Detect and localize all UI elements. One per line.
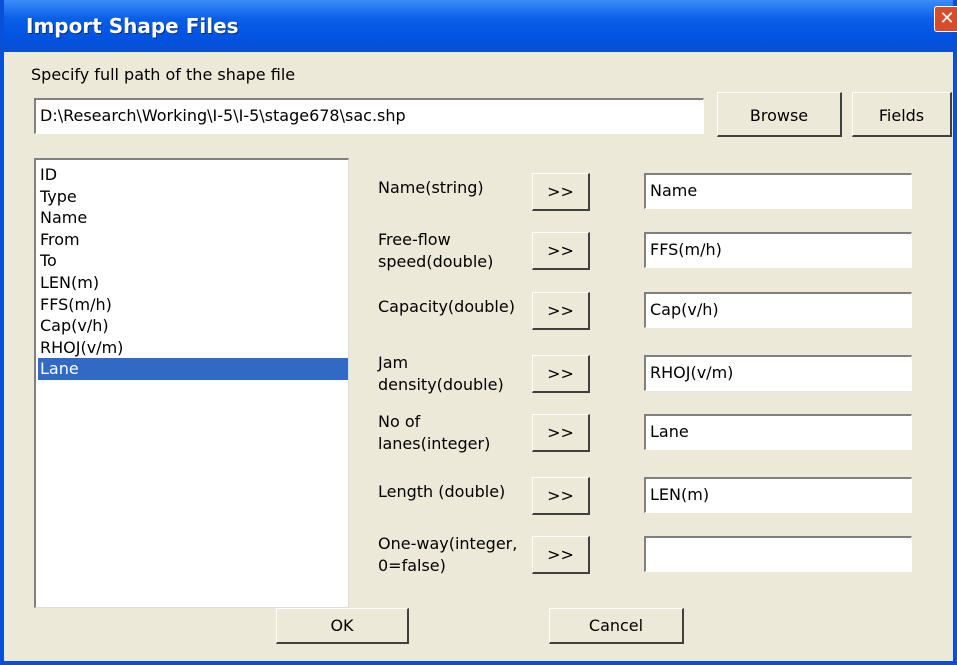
fields-button[interactable]: Fields xyxy=(852,92,952,137)
mapping-label: Length (double) xyxy=(378,481,505,503)
field-list-item[interactable]: Lane xyxy=(38,358,348,381)
window-title: Import Shape Files xyxy=(26,14,239,38)
mapping-label-line: One-way(integer, xyxy=(378,534,518,553)
cancel-button[interactable]: Cancel xyxy=(549,608,684,644)
mapped-field-input[interactable]: FFS(m/h) xyxy=(644,232,912,268)
assign-field-button[interactable]: >> xyxy=(532,477,590,515)
field-list-item[interactable]: Cap(v/h) xyxy=(40,315,109,337)
field-list-item[interactable]: ID xyxy=(40,164,57,186)
field-list-item[interactable]: From xyxy=(40,229,80,251)
mapping-label: Free-flow speed(double) xyxy=(378,229,493,273)
ok-button[interactable]: OK xyxy=(276,608,409,644)
mapping-label-line: 0=false) xyxy=(378,556,446,575)
mapping-label-line: Capacity(double) xyxy=(378,297,515,316)
assign-field-button[interactable]: >> xyxy=(532,232,590,270)
browse-button[interactable]: Browse xyxy=(717,92,842,137)
field-list-item[interactable]: RHOJ(v/m) xyxy=(40,337,123,359)
close-button[interactable]: ✕ xyxy=(934,6,957,32)
field-list-item[interactable]: To xyxy=(40,250,57,272)
mapping-label-line: lanes(integer) xyxy=(378,434,491,453)
mapping-label-line: Name(string) xyxy=(378,178,484,197)
mapping-label-line: speed(double) xyxy=(378,252,494,271)
mapping-label-line: No of xyxy=(378,412,421,431)
assign-field-button[interactable]: >> xyxy=(532,173,590,211)
close-icon: ✕ xyxy=(939,8,955,29)
mapping-label: One-way(integer, 0=false) xyxy=(378,533,517,577)
field-list-item[interactable]: LEN(m) xyxy=(40,272,99,294)
mapping-label: Jam density(double) xyxy=(378,352,504,396)
mapping-label-line: Length (double) xyxy=(378,482,506,501)
assign-field-button[interactable]: >> xyxy=(532,536,590,574)
assign-field-button[interactable]: >> xyxy=(532,355,590,393)
mapped-field-input[interactable]: Name xyxy=(644,173,912,209)
mapped-field-input[interactable] xyxy=(644,536,912,572)
mapping-label: No of lanes(integer) xyxy=(378,411,490,455)
field-list-item[interactable]: Name xyxy=(40,207,87,229)
mapping-label-line: Free-flow xyxy=(378,230,451,249)
mapped-field-input[interactable]: RHOJ(v/m) xyxy=(644,355,912,391)
mapped-field-input[interactable]: LEN(m) xyxy=(644,477,912,513)
mapped-field-input[interactable]: Lane xyxy=(644,414,912,450)
assign-field-button[interactable]: >> xyxy=(532,414,590,452)
mapping-label-line: density(double) xyxy=(378,375,504,394)
shape-file-path-input[interactable]: D:\Research\Working\I-5\I-5\stage678\sac… xyxy=(34,98,704,134)
mapping-label: Name(string) xyxy=(378,177,484,199)
mapping-label: Capacity(double) xyxy=(378,296,515,318)
shape-field-list[interactable]: ID Type Name From To LEN(m) FFS(m/h) Cap(v/h) RH… xyxy=(34,158,349,608)
assign-field-button[interactable]: >> xyxy=(532,292,590,330)
mapping-label-line: Jam xyxy=(378,353,409,372)
title-bar[interactable]: Import Shape Files ✕ xyxy=(4,0,957,52)
field-list-item[interactable]: Type xyxy=(40,186,77,208)
path-label: Specify full path of the shape file xyxy=(31,65,296,84)
mapped-field-input[interactable]: Cap(v/h) xyxy=(644,292,912,328)
import-shape-files-dialog: Import Shape Files ✕ Specify full path o… xyxy=(0,0,957,665)
field-list-item[interactable]: FFS(m/h) xyxy=(40,294,112,316)
